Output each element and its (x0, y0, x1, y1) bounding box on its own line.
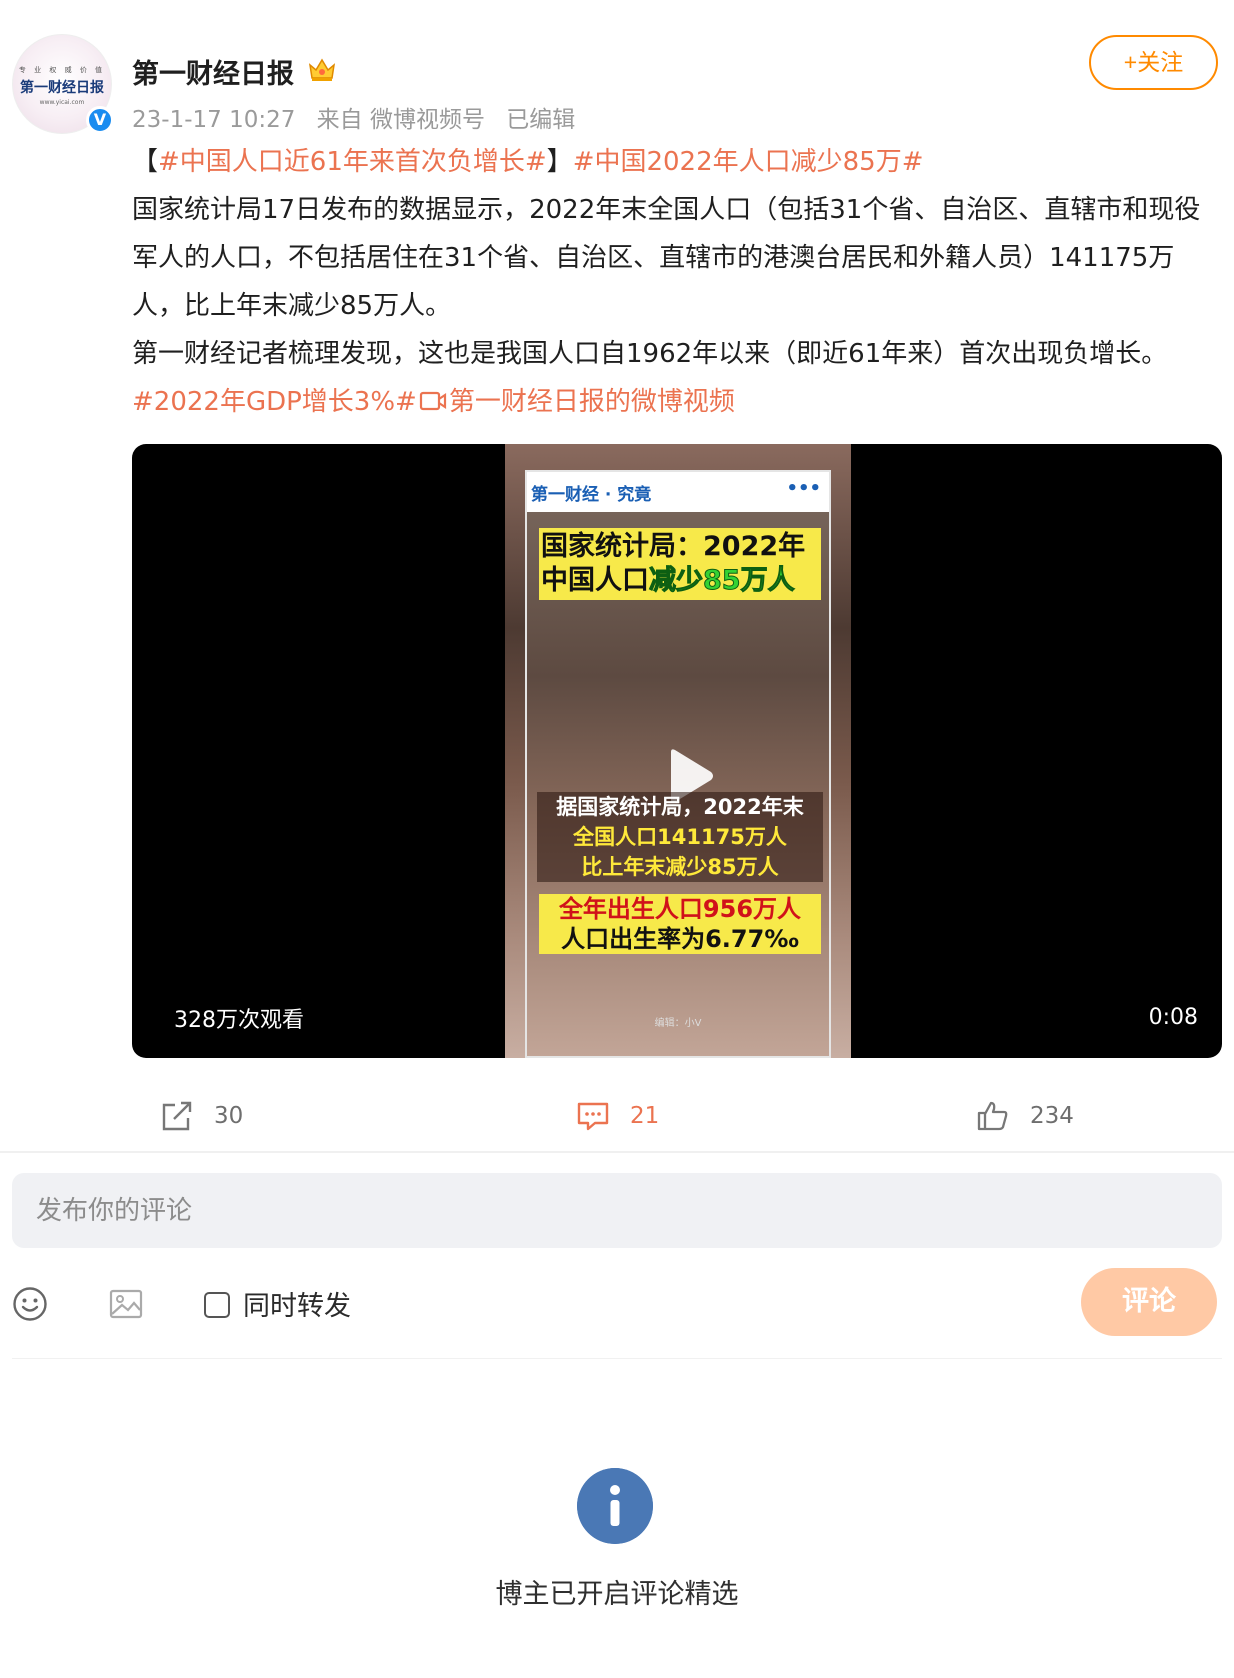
thumbnail-caption-2: 全年出生人口956万人 人口出生率为6.77‰ (539, 894, 821, 954)
divider (0, 1151, 1234, 1153)
repost-button[interactable]: 30 (160, 1084, 243, 1148)
video-thumbnail: 第一财经 · 究竟 ••• 国家统计局：2022年 中国人口减少85万人 据国家… (525, 470, 831, 1058)
post-paragraph-1: 国家统计局17日发布的数据显示，2022年末全国人口（包括31个省、自治区、直辖… (132, 195, 1201, 321)
hashtag-decrease[interactable]: #中国2022年人口减少85万# (573, 147, 924, 177)
video-link-label: 第一财经日报的微博视频 (448, 387, 735, 417)
thumbnail-editor: 编辑：小V (654, 1018, 702, 1029)
video-icon (419, 391, 446, 411)
thumbnail-title-2b: 减少85万人 (649, 565, 796, 597)
video-link[interactable]: 第一财经日报的微博视频 (417, 387, 735, 417)
post-header: 专 业 权 威 价 值 第一财经日报 www.yicai.com V 第一财经日… (0, 0, 1234, 140)
account-name[interactable]: 第一财经日报 (132, 52, 294, 91)
post-meta: 23-1-17 10:27 来自 微博视频号 已编辑 (132, 100, 589, 134)
repost-icon (162, 1101, 192, 1131)
caption-line-1: 据国家统计局，2022年末 (537, 792, 823, 822)
avatar-text: 第一财经日报 (20, 80, 104, 96)
comment-input[interactable] (12, 1173, 1222, 1248)
follow-button[interactable]: +关注 (1089, 35, 1218, 90)
caption-birth-rate: 人口出生率为6.77‰ (561, 925, 799, 953)
comment-count: 21 (630, 1103, 660, 1129)
post-timestamp[interactable]: 23-1-17 10:27 (132, 107, 295, 133)
bracket-open: 【 (132, 147, 159, 177)
post-tags-line: 【#中国人口近61年来首次负增长#】#中国2022年人口减少85万# (132, 138, 1222, 186)
crown-icon (308, 58, 336, 81)
avatar-slogan: 专 业 权 威 价 值 (18, 66, 106, 74)
caption-line-2: 全国人口141175万人 (537, 822, 823, 852)
info-icon (577, 1468, 653, 1544)
comment-icon (577, 1102, 609, 1131)
verified-icon: V (86, 106, 114, 134)
caption-births: 全年出生人口956万人 (558, 895, 802, 923)
video-frame: 第一财经 · 究竟 ••• 国家统计局：2022年 中国人口减少85万人 据国家… (505, 444, 851, 1058)
thumbnail-header: 第一财经 · 究竟 ••• (527, 472, 829, 512)
video-player[interactable]: 第一财经 · 究竟 ••• 国家统计局：2022年 中国人口减少85万人 据国家… (132, 444, 1222, 1058)
like-count: 234 (1030, 1103, 1074, 1129)
action-bar: 30 21 234 (0, 1084, 1234, 1148)
like-icon (977, 1101, 1008, 1131)
repost-count: 30 (214, 1103, 244, 1129)
caption-line-3: 比上年末减少85万人 (537, 852, 823, 882)
post-content: 【#中国人口近61年来首次负增长#】#中国2022年人口减少85万# 国家统计局… (132, 138, 1222, 426)
comment-selection-notice: 博主已开启评论精选 (495, 1579, 739, 1610)
image-icon[interactable] (108, 1286, 144, 1322)
comment-button[interactable]: 21 (576, 1084, 659, 1148)
composer-toolbar: 同时转发 评论 (0, 1268, 1234, 1340)
thumbnail-logo: 第一财经 · 究竟 (531, 485, 652, 505)
repost-checkbox[interactable] (204, 1292, 230, 1318)
emoji-icon[interactable] (12, 1286, 48, 1322)
edited-label[interactable]: 已编辑 (506, 107, 575, 133)
thumbnail-title-line-1: 国家统计局：2022年 (541, 531, 806, 562)
video-duration: 0:08 (1148, 1005, 1198, 1030)
view-count: 328万次观看 (174, 1008, 304, 1033)
more-icon: ••• (786, 478, 821, 499)
hashtag-population[interactable]: #中国人口近61年来首次负增长# (158, 147, 547, 177)
hashtag-gdp[interactable]: #2022年GDP增长3%# (132, 387, 417, 417)
post-source: 来自 微博视频号 (316, 107, 485, 133)
thumbnail-title-line-2: 中国人口减少85万人 (541, 564, 819, 598)
post-paragraph-2-text: 第一财经记者梳理发现，这也是我国人口自1962年以来（即近61年来）首次出现负增… (132, 339, 1168, 369)
submit-comment-button[interactable]: 评论 (1081, 1268, 1217, 1336)
bracket-close: 】 (546, 147, 573, 177)
thumbnail-title: 国家统计局：2022年 中国人口减少85万人 (539, 528, 821, 600)
avatar-url: www.yicai.com (39, 99, 85, 106)
divider (12, 1358, 1222, 1359)
thumbnail-title-2a: 中国人口 (541, 565, 649, 596)
repost-checkbox-label[interactable]: 同时转发 (243, 1284, 351, 1323)
thumbnail-caption-1: 据国家统计局，2022年末 全国人口141175万人 比上年末减少85万人 (537, 792, 823, 882)
like-button[interactable]: 234 (976, 1084, 1074, 1148)
post-paragraph-2: 第一财经记者梳理发现，这也是我国人口自1962年以来（即近61年来）首次出现负增… (132, 330, 1222, 426)
